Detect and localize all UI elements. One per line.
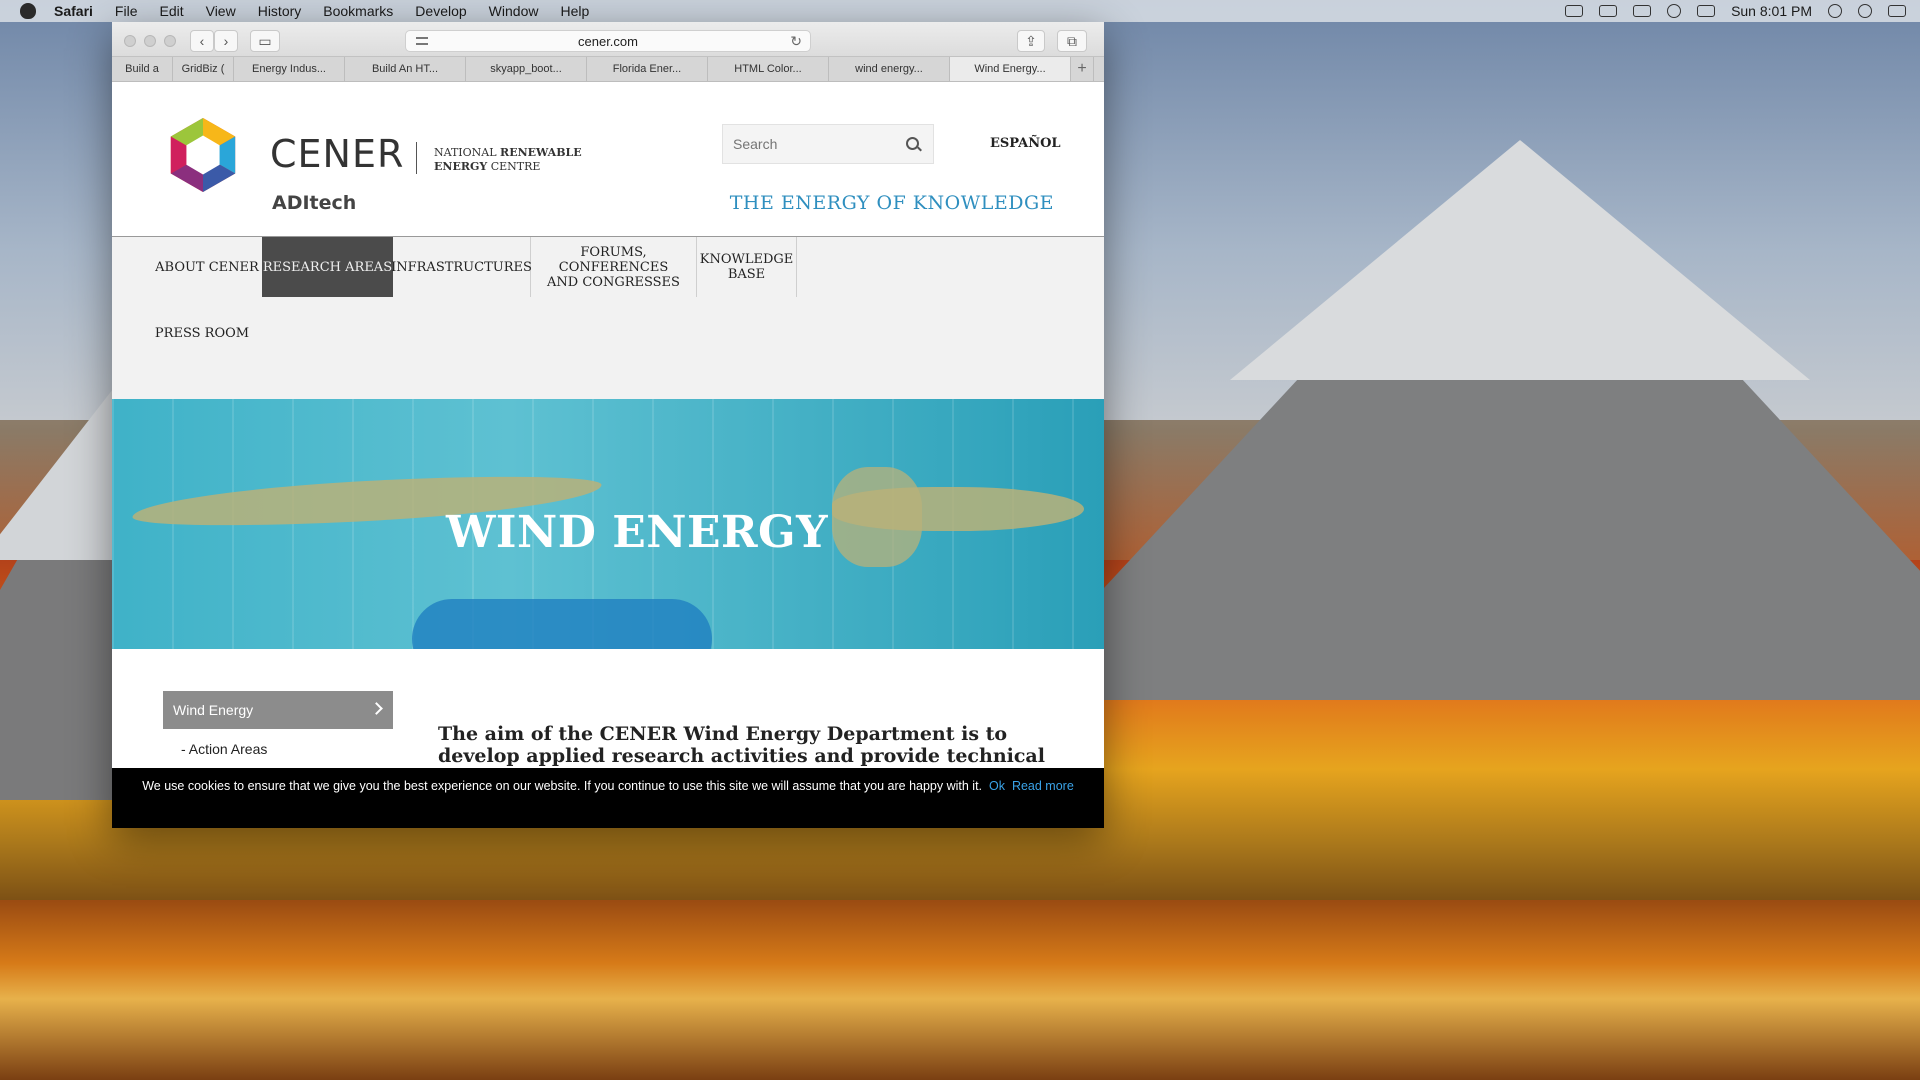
wallpaper-lake (0, 900, 1920, 1080)
menu-app-safari[interactable]: Safari (54, 3, 93, 19)
sidebar-icon: ▭ (258, 32, 272, 49)
browser-tab[interactable]: Energy Indus... (234, 57, 345, 81)
menu-develop[interactable]: Develop (415, 3, 466, 19)
logo-subbrand: ADItech (272, 192, 357, 214)
dropbox-icon[interactable] (1599, 5, 1618, 17)
search-input[interactable] (723, 125, 895, 163)
browser-tab[interactable]: HTML Color... (708, 57, 829, 81)
nav-press-room[interactable]: PRESS ROOM (152, 303, 252, 363)
tagline-part: RENEWABLE (500, 146, 582, 159)
site-search (722, 124, 934, 164)
cookie-ok-button[interactable]: Ok (989, 779, 1005, 793)
browser-tab[interactable]: wind energy... (829, 57, 950, 81)
menu-bar: Safari File Edit View History Bookmarks … (0, 0, 1920, 22)
status-area: Sun 8:01 PM (1565, 0, 1906, 22)
toolbar: ‹ › ▭ cener.com ↻ ⇪ ⧉ (112, 22, 1104, 56)
hero-banner: WIND ENERGY (112, 399, 1104, 649)
nav-about-cener[interactable]: ABOUT CENER (152, 237, 262, 297)
logo-wordmark: CENER (270, 132, 405, 176)
cener-logo-icon[interactable] (164, 116, 242, 194)
close-window-button[interactable] (124, 35, 136, 47)
blue-tube-image (412, 599, 712, 649)
nav-infrastructures[interactable]: INFRASTRUCTURES (391, 237, 532, 297)
new-tab-button[interactable]: + (1071, 57, 1094, 81)
menu-help[interactable]: Help (560, 3, 589, 19)
browser-tab[interactable]: skyapp_boot... (466, 57, 587, 81)
logo-tagline: NATIONAL RENEWABLE ENERGY CENTRE (434, 146, 582, 174)
safari-window: ‹ › ▭ cener.com ↻ ⇪ ⧉ Build a GridBiz ( … (112, 22, 1104, 828)
wallpaper-snow (1230, 140, 1810, 380)
nav-research-areas[interactable]: RESEARCH AREAS (262, 237, 393, 297)
wifi-icon[interactable] (1667, 4, 1682, 18)
share-button[interactable]: ⇪ (1017, 30, 1045, 52)
tabs-icon: ⧉ (1067, 32, 1077, 49)
show-tabs-button[interactable]: ⧉ (1057, 30, 1087, 52)
browser-tab[interactable]: Florida Ener... (587, 57, 708, 81)
web-page: CENER ADItech NATIONAL RENEWABLE ENERGY … (112, 82, 1104, 828)
hero-title: WIND ENERGY (446, 507, 829, 558)
sidebar-item-label: Action Areas (188, 741, 268, 757)
sidebar-item-label: Wind Energy (173, 702, 254, 718)
site-header: CENER ADItech NATIONAL RENEWABLE ENERGY … (112, 82, 1104, 237)
zoom-window-button[interactable] (164, 35, 176, 47)
browser-tab[interactable]: Build a (112, 57, 173, 81)
spotlight-search-icon[interactable] (1828, 4, 1842, 18)
sidebar-toggle-button[interactable]: ▭ (250, 30, 280, 52)
siri-icon[interactable] (1858, 4, 1872, 18)
apple-icon[interactable] (20, 3, 36, 19)
cloud-icon[interactable] (1565, 5, 1584, 17)
menu-window[interactable]: Window (489, 3, 539, 19)
tagline-part: CENTRE (487, 160, 541, 173)
cookie-banner: We use cookies to ensure that we give yo… (112, 768, 1104, 828)
tagline-part: NATIONAL (434, 146, 501, 159)
cookie-message: We use cookies to ensure that we give yo… (142, 779, 983, 793)
browser-tab[interactable]: Build An HT... (345, 57, 466, 81)
sidebar-item-wind-energy[interactable]: Wind Energy (163, 691, 393, 729)
menubar-clock[interactable]: Sun 8:01 PM (1731, 3, 1812, 19)
browser-tab-active[interactable]: Wind Energy... (950, 57, 1071, 81)
turbine-blade-image (832, 487, 1084, 531)
chevron-right-icon (370, 702, 383, 715)
nav-forums-conferences[interactable]: FORUMS, CONFERENCES AND CONGRESSES (531, 237, 697, 297)
menu-edit[interactable]: Edit (159, 3, 183, 19)
tagline-part: ENERGY (434, 160, 488, 173)
menu-bookmarks[interactable]: Bookmarks (323, 3, 393, 19)
chevron-right-icon: › (223, 33, 229, 49)
forward-button[interactable]: › (214, 30, 238, 52)
back-button[interactable]: ‹ (190, 30, 214, 52)
menu-file[interactable]: File (115, 3, 138, 19)
search-icon[interactable] (906, 137, 919, 150)
url-text: cener.com (578, 33, 638, 49)
nav-knowledge-base[interactable]: KNOWLEDGE BASE (697, 237, 797, 297)
minimize-window-button[interactable] (144, 35, 156, 47)
notification-center-icon[interactable] (1888, 5, 1906, 17)
chevron-left-icon: ‹ (199, 33, 205, 49)
share-icon: ⇪ (1025, 32, 1037, 49)
sidebar-item-action-areas[interactable]: - Action Areas (181, 741, 267, 757)
address-bar[interactable]: cener.com ↻ (405, 30, 811, 52)
browser-tab[interactable]: GridBiz ( (173, 57, 234, 81)
reload-icon[interactable]: ↻ (790, 33, 802, 50)
menu-history[interactable]: History (258, 3, 302, 19)
tab-bar: Build a GridBiz ( Energy Indus... Build … (112, 56, 1104, 82)
main-navigation: ABOUT CENER RESEARCH AREAS INFRASTRUCTUR… (112, 237, 1104, 399)
battery-icon[interactable] (1697, 5, 1716, 17)
airplay-icon[interactable] (1633, 5, 1652, 17)
menu-view[interactable]: View (206, 3, 236, 19)
language-link[interactable]: ESPAÑOL (990, 136, 1061, 151)
cookie-read-more-link[interactable]: Read more (1012, 779, 1074, 793)
site-slogan: THE ENERGY OF KNOWLEDGE (729, 192, 1054, 214)
window-controls (124, 35, 176, 47)
reader-view-icon[interactable] (416, 37, 428, 45)
logo-divider (416, 142, 417, 174)
